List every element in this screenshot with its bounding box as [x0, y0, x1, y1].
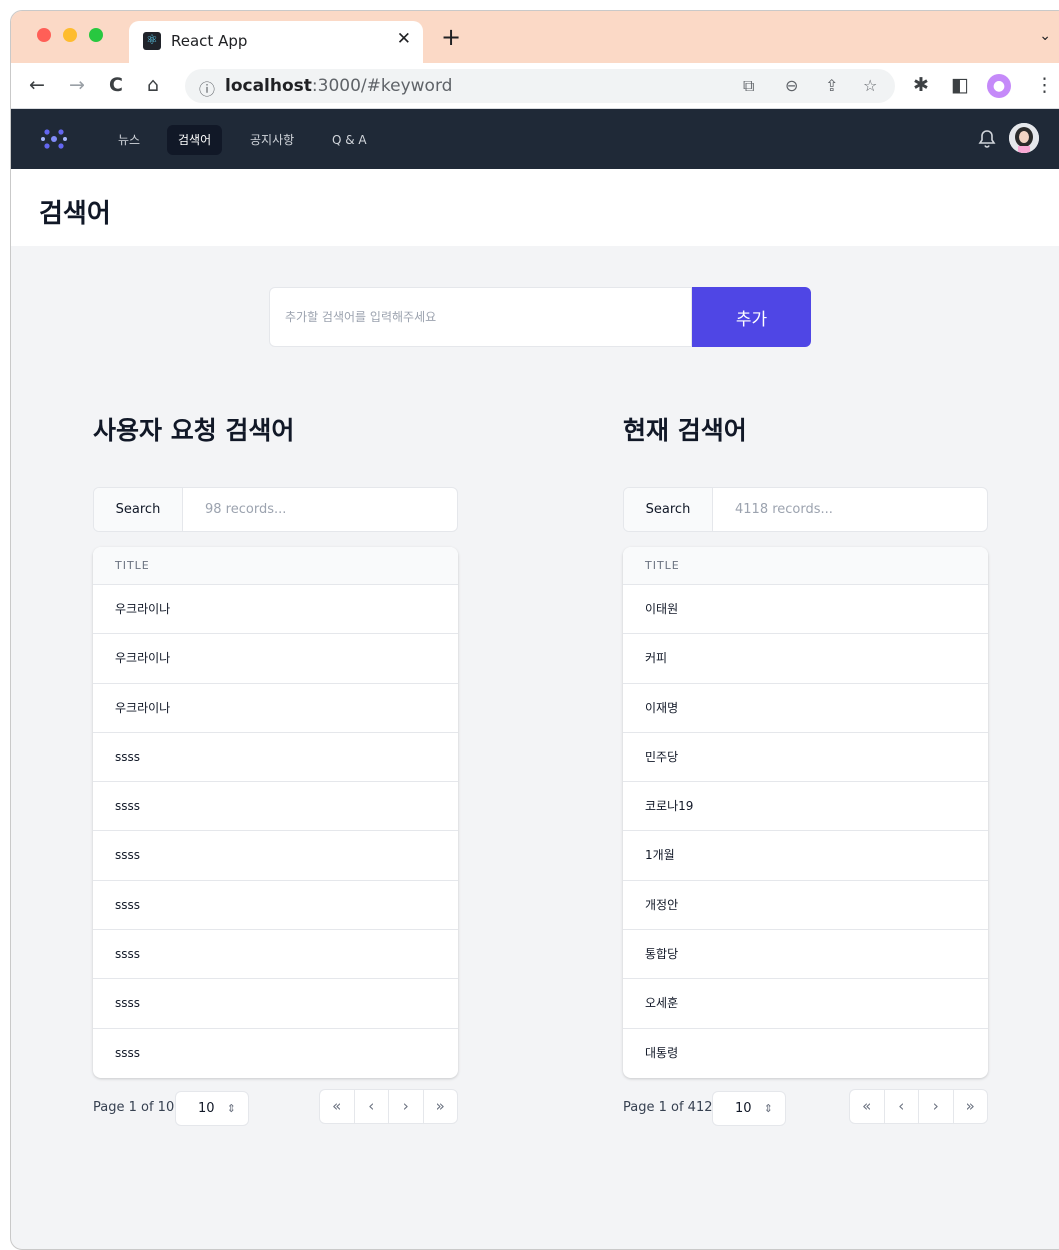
current-keywords-search-input[interactable]: [714, 488, 987, 531]
bookmark-star-icon[interactable]: ☆: [863, 76, 877, 95]
home-icon[interactable]: ⌂: [147, 74, 159, 96]
reload-icon[interactable]: C: [109, 74, 123, 96]
app-navbar: 뉴스 검색어 공지사항 Q & A: [11, 109, 1059, 169]
tab-title: React App: [171, 32, 248, 50]
share-icon[interactable]: ⇪: [825, 76, 838, 95]
page-size-select[interactable]: 10 ⇕: [175, 1091, 249, 1126]
search-label: Search: [94, 488, 183, 531]
react-favicon-icon: ⚛: [143, 32, 161, 50]
user-requests-title: 사용자 요청 검색어: [93, 416, 295, 445]
page-size-value: 10: [198, 1101, 215, 1116]
table-row[interactable]: ssss: [93, 782, 458, 832]
table-header-title[interactable]: TITLE: [623, 547, 988, 585]
last-page-button[interactable]: »: [954, 1090, 988, 1123]
current-keywords-title: 현재 검색어: [623, 416, 747, 445]
select-caret-icon: ⇕: [226, 1102, 236, 1115]
current-keywords-search: Search: [623, 487, 988, 532]
table-row[interactable]: 오세훈: [623, 979, 988, 1029]
table-row[interactable]: ssss: [93, 733, 458, 783]
side-panel-icon[interactable]: ◧: [951, 74, 969, 96]
table-row[interactable]: 1개월: [623, 831, 988, 881]
add-keyword-field[interactable]: [269, 287, 692, 347]
next-page-button[interactable]: ›: [389, 1090, 424, 1123]
tab-search-icon[interactable]: ⌄: [1039, 28, 1051, 44]
page-size-select[interactable]: 10 ⇕: [712, 1091, 786, 1126]
page-title: 검색어: [39, 199, 111, 229]
table-row[interactable]: 대통령: [623, 1029, 988, 1078]
browser-window: ⚛ React App ✕ + ⌄ ← → C ⌂ ⓘ localhost:30…: [10, 10, 1059, 1250]
nav-item-qna[interactable]: Q & A: [321, 125, 378, 155]
table-row[interactable]: 민주당: [623, 733, 988, 783]
pagination-buttons: « ‹ › »: [319, 1089, 458, 1124]
table-row[interactable]: ssss: [93, 979, 458, 1029]
back-icon[interactable]: ←: [29, 74, 45, 96]
user-requests-panel: 사용자 요청 검색어 Search TITLE 우크라이나 우크라이나 우크라이…: [93, 411, 458, 1126]
last-page-button[interactable]: »: [424, 1090, 458, 1123]
tab-strip: ⚛ React App ✕ + ⌄: [11, 11, 1059, 63]
table-row[interactable]: ssss: [93, 881, 458, 931]
current-keywords-panel: 현재 검색어 Search TITLE 이태원 커피 이재명 민주당 코로나19…: [623, 411, 988, 1126]
nav-item-notices[interactable]: 공지사항: [239, 125, 305, 155]
url-text: localhost:3000/#keyword: [225, 76, 453, 96]
extensions-icon[interactable]: ✱: [913, 74, 929, 96]
zoom-icon[interactable]: ⊖: [785, 76, 798, 95]
tab-close-icon[interactable]: ✕: [397, 29, 411, 49]
table-row[interactable]: 커피: [623, 634, 988, 684]
table-row[interactable]: 우크라이나: [93, 634, 458, 684]
table-row[interactable]: ssss: [93, 1029, 458, 1078]
first-page-button[interactable]: «: [850, 1090, 885, 1123]
table-row[interactable]: ssss: [93, 831, 458, 881]
current-keywords-pagination: Page 1 of 412 10 ⇕ « ‹ › »: [623, 1089, 988, 1127]
translate-icon[interactable]: ⧉: [743, 76, 754, 96]
select-caret-icon: ⇕: [763, 1102, 773, 1115]
user-requests-search-input[interactable]: [184, 488, 457, 531]
table-row[interactable]: 통합당: [623, 930, 988, 980]
close-window-button[interactable]: [37, 28, 51, 42]
table-header-title[interactable]: TITLE: [93, 547, 458, 585]
current-keywords-table: TITLE 이태원 커피 이재명 민주당 코로나19 1개월 개정안 통합당 오…: [623, 547, 988, 1078]
table-row[interactable]: 우크라이나: [93, 684, 458, 733]
nav-item-keywords[interactable]: 검색어: [167, 125, 223, 155]
table-row[interactable]: 이재명: [623, 684, 988, 733]
user-avatar[interactable]: [1009, 123, 1039, 153]
forward-icon[interactable]: →: [69, 74, 85, 96]
prev-page-button[interactable]: ‹: [885, 1090, 919, 1123]
prev-page-button[interactable]: ‹: [355, 1090, 389, 1123]
notification-bell-icon[interactable]: [975, 127, 999, 151]
first-page-button[interactable]: «: [320, 1090, 355, 1123]
new-tab-button[interactable]: +: [441, 25, 461, 49]
maximize-window-button[interactable]: [89, 28, 103, 42]
pagination-buttons: « ‹ › »: [849, 1089, 988, 1124]
table-row[interactable]: 코로나19: [623, 782, 988, 832]
user-requests-search: Search: [93, 487, 458, 532]
browser-menu-icon[interactable]: ⋮: [1035, 74, 1054, 96]
table-row[interactable]: 개정안: [623, 881, 988, 931]
add-keyword-button[interactable]: 추가: [692, 287, 811, 347]
page-header: 검색어: [11, 169, 1059, 246]
user-requests-table: TITLE 우크라이나 우크라이나 우크라이나 ssss ssss ssss s…: [93, 547, 458, 1078]
page-size-value: 10: [735, 1101, 752, 1116]
nav-item-news[interactable]: 뉴스: [107, 125, 151, 155]
add-keyword-input[interactable]: [270, 288, 691, 346]
page-info: Page 1 of 412: [623, 1100, 713, 1115]
site-info-icon[interactable]: ⓘ: [199, 76, 215, 100]
minimize-window-button[interactable]: [63, 28, 77, 42]
search-label: Search: [624, 488, 713, 531]
address-bar[interactable]: ⓘ localhost:3000/#keyword ⧉ ⊖ ⇪ ☆: [185, 69, 895, 103]
table-row[interactable]: 이태원: [623, 585, 988, 635]
table-row[interactable]: 우크라이나: [93, 585, 458, 635]
user-requests-pagination: Page 1 of 10 10 ⇕ « ‹ › »: [93, 1089, 458, 1127]
browser-tab[interactable]: ⚛ React App ✕: [129, 21, 423, 63]
next-page-button[interactable]: ›: [919, 1090, 954, 1123]
profile-avatar-icon[interactable]: ●: [987, 74, 1011, 98]
browser-toolbar: ← → C ⌂ ⓘ localhost:3000/#keyword ⧉ ⊖ ⇪ …: [11, 63, 1059, 109]
table-row[interactable]: ssss: [93, 930, 458, 980]
user-avatar-icon: [1009, 123, 1039, 153]
page-info: Page 1 of 10: [93, 1100, 175, 1115]
app-logo-icon[interactable]: [39, 124, 69, 154]
